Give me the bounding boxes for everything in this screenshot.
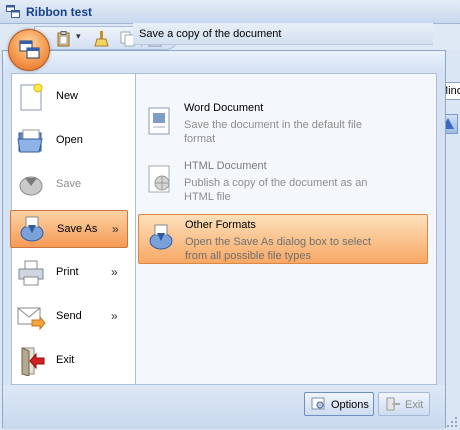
submenu-header: Save a copy of the document — [133, 23, 433, 45]
submenu-header-text: Save a copy of the document — [139, 28, 282, 40]
send-envelope-icon — [17, 307, 46, 331]
exit-door-icon — [21, 347, 45, 376]
menu-item-label: Open — [56, 134, 83, 146]
submenu-item-description: Save the document in the default file fo… — [184, 119, 362, 145]
window-title: Ribbon test — [26, 5, 92, 19]
menu-item-print[interactable]: Print » — [10, 254, 128, 292]
other-formats-icon — [149, 224, 173, 250]
menu-item-exit[interactable]: Exit — [10, 342, 128, 380]
submenu-arrow-icon: » — [111, 309, 118, 323]
application-button[interactable] — [8, 29, 50, 71]
app-windows-icon — [19, 40, 40, 59]
menu-item-open[interactable]: Open — [10, 122, 128, 160]
menu-top-band — [3, 51, 445, 71]
options-button[interactable]: Options — [304, 392, 374, 416]
html-document-icon — [148, 165, 170, 193]
menu-item-label: Print — [56, 266, 79, 278]
new-document-icon — [20, 83, 43, 111]
menu-item-label: Send — [56, 310, 82, 322]
resize-grip-icon[interactable] — [446, 416, 458, 428]
title-bar: Ribbon test — [0, 0, 460, 24]
save-icon — [19, 176, 43, 196]
printer-icon — [18, 260, 44, 286]
menu-item-save-as[interactable]: Save As » — [10, 210, 128, 248]
submenu-item-description: Publish a copy of the document as an HTM… — [184, 177, 368, 203]
word-document-icon — [148, 107, 170, 135]
menu-item-label: Save — [56, 178, 82, 190]
menu-item-label: Exit — [56, 354, 75, 366]
options-button-label: Options — [331, 399, 369, 411]
format-painter-icon[interactable] — [93, 30, 111, 48]
menu-item-label: Save As — [57, 223, 98, 235]
open-folder-icon — [17, 129, 43, 153]
save-as-other-formats[interactable]: Other Formats Open the Save As dialog bo… — [138, 214, 428, 264]
menu-item-send[interactable]: Send » — [10, 298, 128, 336]
submenu-item-title: HTML Document — [184, 160, 267, 172]
options-icon — [311, 397, 325, 410]
save-as-word-document[interactable]: Word Document Save the document in the d… — [138, 98, 428, 148]
submenu-item-title: Other Formats — [185, 219, 256, 231]
exit-icon — [386, 397, 400, 411]
save-as-icon — [20, 216, 44, 242]
menu-item-save: Save — [10, 166, 128, 204]
menu-item-label: New — [56, 90, 79, 102]
submenu-item-title: Word Document — [184, 102, 264, 114]
exit-button: Exit — [378, 392, 430, 416]
exit-button-label: Exit — [405, 399, 424, 411]
qat-dropdown-icon[interactable]: ▾ — [76, 31, 81, 42]
submenu-item-description: Open the Save As dialog box to select fr… — [185, 236, 371, 262]
save-as-html-document: HTML Document Publish a copy of the docu… — [138, 156, 428, 206]
submenu-arrow-icon: » — [111, 265, 118, 279]
submenu-arrow-icon: » — [112, 222, 119, 236]
menu-item-new[interactable]: New — [10, 78, 128, 116]
app-window-icon — [6, 5, 20, 18]
clipboard-icon[interactable] — [55, 30, 73, 48]
